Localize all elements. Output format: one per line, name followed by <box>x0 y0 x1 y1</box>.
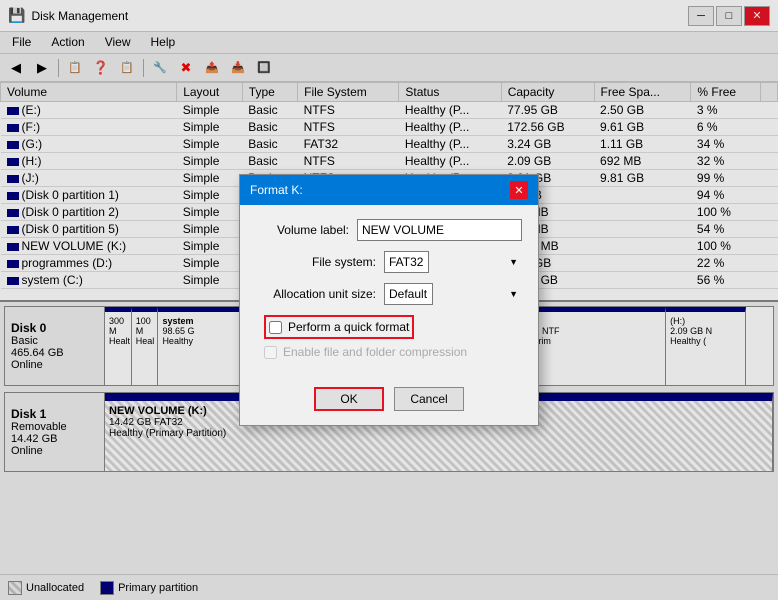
alloc-size-row: Allocation unit size: Default 512 1024 2… <box>256 283 522 305</box>
modal-close-button[interactable]: ✕ <box>510 181 528 199</box>
quick-format-label: Perform a quick format <box>288 320 409 334</box>
alloc-size-select-wrapper: Default 512 1024 2048 4096 <box>384 283 522 305</box>
file-system-label: File system: <box>256 255 376 269</box>
file-system-select[interactable]: FAT32 NTFS exFAT <box>384 251 429 273</box>
ok-button[interactable]: OK <box>314 387 384 411</box>
volume-label-row: Volume label: <box>256 219 522 241</box>
file-system-select-wrapper: FAT32 NTFS exFAT <box>384 251 522 273</box>
alloc-size-select[interactable]: Default 512 1024 2048 4096 <box>384 283 433 305</box>
volume-label-label: Volume label: <box>256 223 349 237</box>
modal-title-text: Format K: <box>250 183 303 197</box>
modal-footer: OK Cancel <box>240 379 538 425</box>
quick-format-row: Perform a quick format <box>256 315 522 339</box>
compression-row: Enable file and folder compression <box>256 345 522 359</box>
format-dialog: Format K: ✕ Volume label: File system: F… <box>239 174 539 426</box>
quick-format-border: Perform a quick format <box>264 315 414 339</box>
compression-label: Enable file and folder compression <box>283 345 467 359</box>
compression-checkbox <box>264 346 277 359</box>
modal-overlay: Format K: ✕ Volume label: File system: F… <box>0 0 778 600</box>
cancel-button[interactable]: Cancel <box>394 387 464 411</box>
modal-body: Volume label: File system: FAT32 NTFS ex… <box>240 205 538 379</box>
alloc-size-label: Allocation unit size: <box>256 287 376 301</box>
volume-label-input[interactable] <box>357 219 522 241</box>
file-system-row: File system: FAT32 NTFS exFAT <box>256 251 522 273</box>
modal-title-bar: Format K: ✕ <box>240 175 538 205</box>
quick-format-checkbox[interactable] <box>269 321 282 334</box>
